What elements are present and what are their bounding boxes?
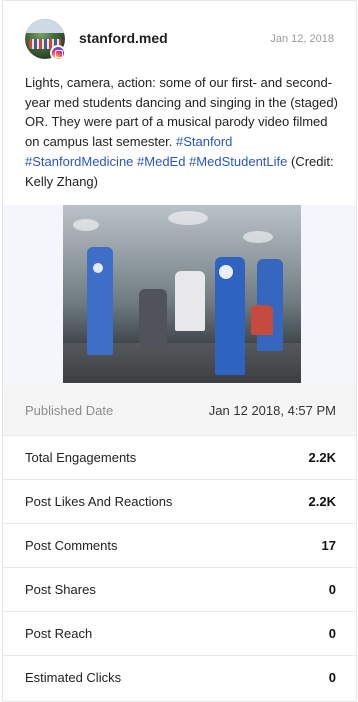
post-header: stanford.med Jan 12, 2018 [3, 1, 356, 77]
media-container [3, 205, 356, 385]
stat-comments: Post Comments 17 [3, 523, 356, 567]
instagram-icon [50, 45, 66, 61]
avatar-sky [25, 19, 65, 33]
stat-label: Post Comments [25, 538, 118, 553]
hashtag-link[interactable]: #StanfordMedicine [25, 154, 133, 169]
stat-label: Estimated Clicks [25, 670, 122, 685]
post-date: Jan 12, 2018 [270, 33, 334, 45]
stat-reach: Post Reach 0 [3, 611, 356, 655]
stat-label: Published Date [25, 402, 114, 418]
stat-published-date: Published Date Jan 12 2018, 4:57 PM [3, 385, 356, 435]
stat-value: 17 [321, 538, 336, 553]
stat-shares: Post Shares 0 [3, 567, 356, 611]
stat-label: Total Engagements [25, 450, 137, 465]
post-card: stanford.med Jan 12, 2018 Lights, camera… [2, 0, 357, 702]
stat-value: 0 [328, 626, 336, 641]
stat-label: Post Shares [25, 582, 96, 597]
hashtag-link[interactable]: #MedStudentLife [189, 154, 287, 169]
stat-value: Jan 12 2018, 4:57 PM [208, 402, 336, 418]
post-caption: Lights, camera, action: some of our firs… [25, 73, 343, 191]
post-stats: Published Date Jan 12 2018, 4:57 PM Tota… [3, 385, 356, 699]
stat-total-engagements: Total Engagements 2.2K [3, 435, 356, 479]
profile-username[interactable]: stanford.med [79, 30, 168, 46]
stat-estimated-clicks: Estimated Clicks 0 [3, 655, 356, 699]
stat-value: 2.2K [308, 494, 336, 509]
stat-likes-reactions: Post Likes And Reactions 2.2K [3, 479, 356, 523]
post-photo[interactable] [63, 205, 301, 383]
stat-value: 0 [328, 582, 336, 597]
stat-value: 2.2K [308, 450, 336, 465]
stat-label: Post Likes And Reactions [25, 494, 173, 509]
hashtag-link[interactable]: #Stanford [176, 134, 232, 149]
stat-value: 0 [328, 670, 336, 685]
hashtag-link[interactable]: #MedEd [137, 154, 185, 169]
stat-label: Post Reach [25, 626, 93, 641]
